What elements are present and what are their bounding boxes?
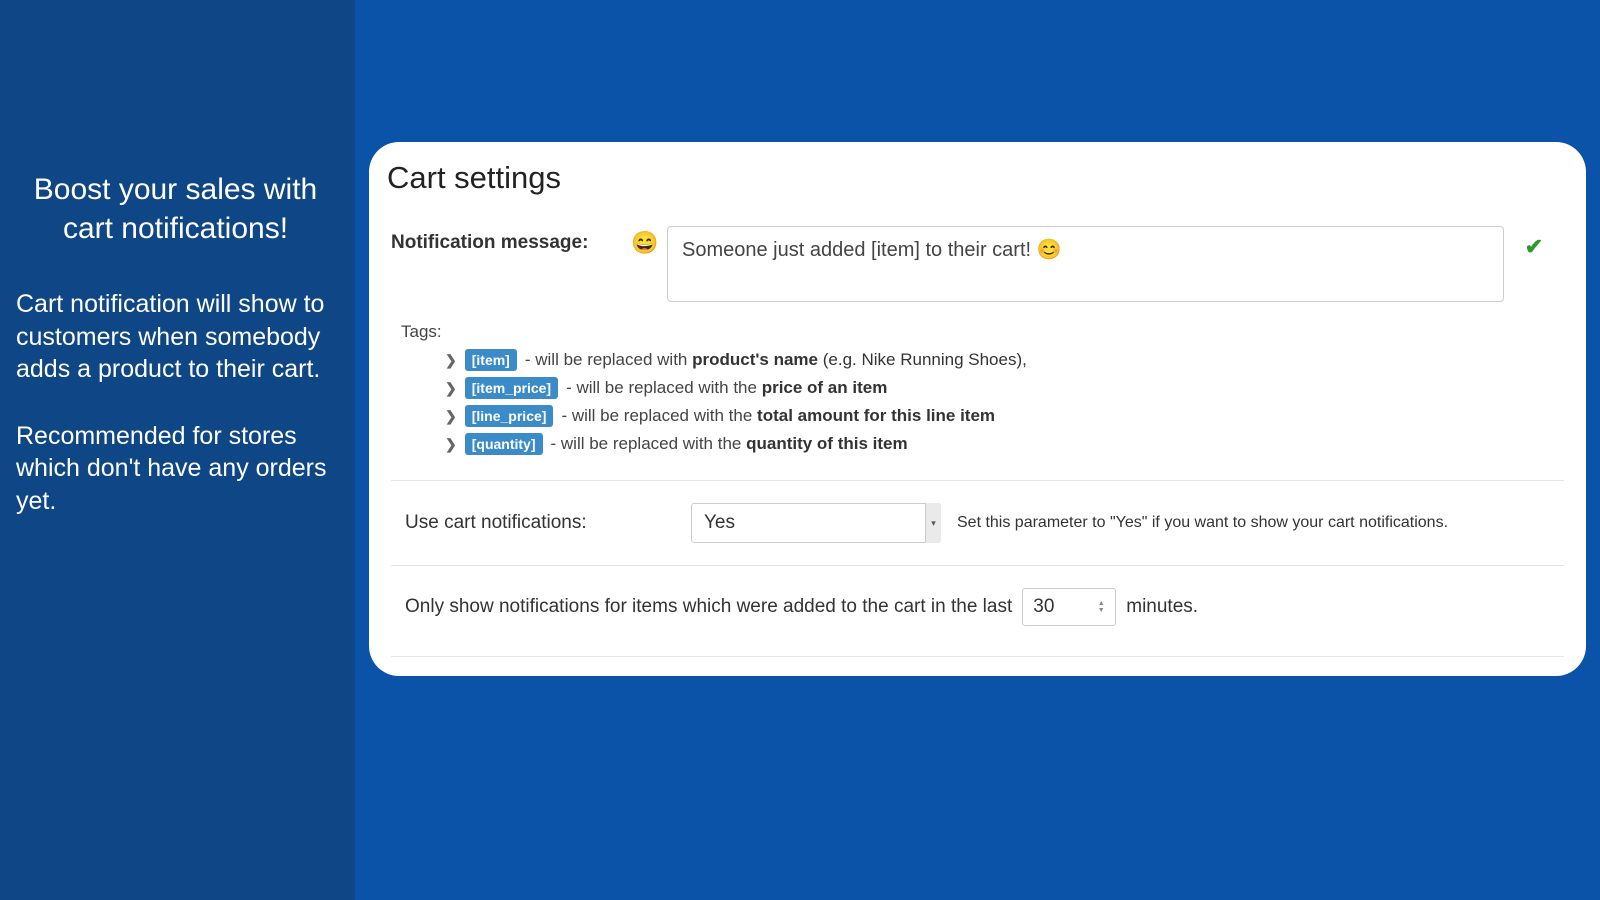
promo-sidebar: Boost your sales with cart notifications… bbox=[0, 0, 355, 900]
tag-pill-item[interactable]: [item] bbox=[465, 349, 517, 371]
tag-line-item: ❯ [item] - will be replaced with product… bbox=[401, 346, 1558, 374]
tag-bold: quantity of this item bbox=[746, 434, 908, 453]
tag-desc: - will be replaced with product's name (… bbox=[525, 350, 1027, 370]
tag-desc: - will be replaced with the price of an … bbox=[566, 378, 887, 398]
tags-block: Tags: ❯ [item] - will be replaced with p… bbox=[387, 322, 1568, 480]
promo-paragraph-1: Cart notification will show to customers… bbox=[16, 288, 335, 386]
tag-bold: product's name bbox=[692, 350, 818, 369]
minutes-pre-text: Only show notifications for items which … bbox=[405, 596, 1012, 618]
tag-pre: - will be replaced with the bbox=[561, 406, 757, 425]
notification-message-row: Notification message: 😄 Someone just add… bbox=[387, 226, 1568, 302]
tag-pre: - will be replaced with the bbox=[566, 378, 762, 397]
tag-pre: - will be replaced with bbox=[525, 350, 692, 369]
chevron-right-icon: ❯ bbox=[445, 436, 457, 453]
tag-line-line-price: ❯ [line_price] - will be replaced with t… bbox=[401, 402, 1558, 430]
tag-bold: price of an item bbox=[762, 378, 888, 397]
use-cart-notifications-row: Use cart notifications: Yes ▾ Set this p… bbox=[387, 481, 1568, 565]
minutes-input[interactable]: 30 ▲▼ bbox=[1022, 588, 1116, 626]
check-icon: ✔ bbox=[1525, 234, 1543, 259]
promo-headline: Boost your sales with cart notifications… bbox=[16, 170, 335, 248]
main-area: Cart settings Notification message: 😄 So… bbox=[355, 0, 1600, 900]
minutes-row: Only show notifications for items which … bbox=[387, 566, 1568, 656]
chevron-down-icon: ▾ bbox=[925, 503, 941, 543]
tag-pre: - will be replaced with the bbox=[551, 434, 747, 453]
minutes-post-text: minutes. bbox=[1126, 596, 1198, 618]
validation-column: ✔ bbox=[1504, 226, 1564, 260]
tag-post: (e.g. Nike Running Shoes), bbox=[818, 350, 1027, 369]
use-cart-label: Use cart notifications: bbox=[405, 512, 675, 534]
notification-message-label: Notification message: bbox=[391, 226, 631, 254]
tag-pill-quantity[interactable]: [quantity] bbox=[465, 433, 543, 455]
chevron-right-icon: ❯ bbox=[445, 352, 457, 369]
tag-pill-item-price[interactable]: [item_price] bbox=[465, 377, 558, 399]
cart-settings-card: Cart settings Notification message: 😄 So… bbox=[369, 142, 1586, 676]
tag-line-item-price: ❯ [item_price] - will be replaced with t… bbox=[401, 374, 1558, 402]
divider bbox=[391, 656, 1564, 657]
use-cart-help: Set this parameter to "Yes" if you want … bbox=[957, 513, 1556, 534]
emoji-picker-button[interactable]: 😄 bbox=[631, 226, 661, 256]
tag-pill-line-price[interactable]: [line_price] bbox=[465, 405, 554, 427]
use-cart-value: Yes bbox=[704, 512, 735, 534]
notification-message-input[interactable]: Someone just added [item] to their cart!… bbox=[667, 226, 1504, 302]
promo-paragraph-2: Recommended for stores which don't have … bbox=[16, 420, 335, 518]
use-cart-select[interactable]: Yes ▾ bbox=[691, 503, 941, 543]
card-title: Cart settings bbox=[387, 160, 1568, 196]
chevron-right-icon: ❯ bbox=[445, 408, 457, 425]
chevron-right-icon: ❯ bbox=[445, 380, 457, 397]
tag-desc: - will be replaced with the quantity of … bbox=[551, 434, 908, 454]
minutes-value: 30 bbox=[1033, 596, 1054, 618]
tag-line-quantity: ❯ [quantity] - will be replaced with the… bbox=[401, 430, 1558, 458]
tags-label: Tags: bbox=[401, 322, 1558, 342]
number-spinner-icon[interactable]: ▲▼ bbox=[1091, 600, 1111, 614]
tag-desc: - will be replaced with the total amount… bbox=[561, 406, 995, 426]
tag-bold: total amount for this line item bbox=[757, 406, 995, 425]
